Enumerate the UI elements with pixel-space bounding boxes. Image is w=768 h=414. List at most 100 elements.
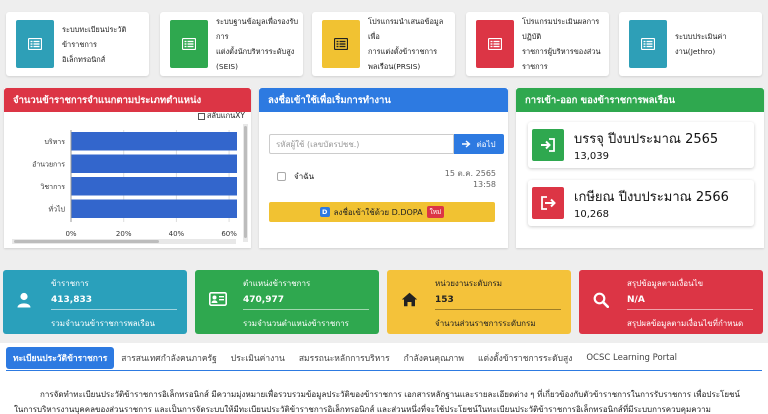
home-icon [401,292,418,307]
shortcut-label-line: โปรแกรมนำเสนอข้อมูลเพื่อ [368,17,444,41]
tab-description: การจัดทำทะเบียนประวัติข้าราชการอิเล็กทรอ… [14,387,764,414]
info-box-divider [243,309,369,310]
list-icon [488,38,502,50]
current-date: 15 ต.ค. 2565 [444,169,496,178]
info-box-label: ข้าราชการ [51,279,89,288]
stat-icon-bg [532,129,564,161]
sign-in-icon [541,138,555,152]
shortcut-label-line: พลเรือน(PRSIS) [368,62,421,71]
info-box-value: 413,833 [51,295,92,305]
tab-bar: ทะเบียนประวัติข้าราชการ สารสนเทศกำลังคนภ… [6,347,684,369]
shortcut-card-evaluation[interactable]: โปรแกรมประเมินผลการปฏิบัติ ราชการผู้บริห… [466,12,609,76]
current-datetime: 15 ต.ค. 2565 13:58 [445,168,496,190]
shortcut-icon-bg [476,20,514,68]
stat-icon-bg [532,187,564,219]
civil-servant-movement-panel: การเข้า-ออก ของข้าราชการพลเรือน บรรจุ ปี… [516,88,764,248]
chart-bar [71,177,237,196]
scrollbar-thumb[interactable] [244,126,247,238]
panel-title: จำนวนข้าราชการจำแนกตามประเภทตำแหน่ง [13,94,202,106]
shortcut-label-line: (SEIS) [216,62,238,71]
scrollbar-thumb[interactable] [14,240,159,243]
shortcut-label: ระบบประเมินค่างาน(Jethro) [675,29,762,59]
shortcut-label-line: โปรแกรมประเมินผลการปฏิบัติ [522,17,600,41]
remember-me-checkbox[interactable] [277,172,286,181]
info-box-divider [627,309,753,310]
shortcut-label: โปรแกรมประเมินผลการปฏิบัติ ราชการผู้บริห… [522,14,609,74]
info-box-label: หน่วยงานระดับกรม [435,279,503,288]
stat-number: 10,268 [574,209,609,220]
shortcut-label-line: แต่งตั้งนักบริหารระดับสูง [216,47,295,56]
civil-servants-by-position-panel: จำนวนข้าราชการจำแนกตามประเภทตำแหน่ง สลับ… [4,88,251,248]
shortcut-label: โปรแกรมนำเสนอข้อมูลเพื่อ การแต่งตั้งข้าร… [368,14,455,74]
chart-bar [71,154,237,173]
login-panel: ลงชื่อเข้าใช้เพื่อเริ่มการทำงาน ต่อไป จำ… [259,88,508,248]
shortcut-row: ระบบทะเบียนประวัติข้าราชการ อิเล็กทรอนิก… [0,12,768,76]
info-box-value: 470,977 [243,295,284,305]
list-icon [28,38,42,50]
tab-ocsc-learning-portal[interactable]: OCSC Learning Portal [579,347,684,369]
description-line: การจัดทำทะเบียนประวัติข้าราชการอิเล็กทรอ… [40,390,740,399]
tab-quality-workforce[interactable]: กำลังคนคุณภาพ [397,347,471,369]
position-bar-chart: 0% 20% 40% 60% บริหารอำนวยการวิชาการทั่วไป [32,130,237,238]
info-box-value: 153 [435,295,454,305]
chart-vertical-scrollbar[interactable] [243,124,248,242]
info-box-divider [435,309,561,310]
info-box-description: จำนวนส่วนราชการระดับกรม [435,319,536,328]
stat-title: เกษียณ ปีงบประมาณ 2566 [574,190,729,205]
tab-management-competency[interactable]: สมรรถนะหลักการบริหาร [292,347,397,369]
search-icon [593,292,609,308]
user-id-input[interactable] [269,134,454,154]
shortcut-icon-bg [170,20,208,68]
chart-category-label: บริหาร [44,138,65,146]
chart-category-label: ทั่วไป [48,204,65,213]
panel-header: การเข้า-ออก ของข้าราชการพลเรือน [516,88,764,112]
list-icon [182,38,196,50]
info-box-label: ตำแหน่งข้าราชการ [243,279,311,288]
info-box-description: รวมจำนวนตำแหน่งข้าราชการ [243,319,349,328]
remember-me[interactable]: จำฉัน [277,170,314,183]
panel-header: จำนวนข้าราชการจำแนกตามประเภทตำแหน่ง [4,88,251,112]
shortcut-label-line: ราชการผู้บริหารของส่วน [522,47,601,56]
shortcut-card-dpis[interactable]: ระบบทะเบียนประวัติข้าราชการ อิเล็กทรอนิก… [6,12,149,76]
info-box-positions[interactable]: ตำแหน่งข้าราชการ 470,977 รวมจำนวนตำแหน่ง… [195,270,379,334]
chart-category-label: อำนวยการ [32,160,65,168]
shortcut-label-line: อิเล็กทรอนิกส์ [62,54,106,64]
info-box-label: สรุปข้อมูลตามเงื่อนไข [627,279,704,288]
swap-axis-label: สลับแกนXY [206,111,245,120]
shortcut-label-line: ระบบประเมินค่างาน(Jethro) [675,32,727,56]
shortcut-label-line: การแต่งตั้งข้าราชการ [368,47,438,56]
description-line: ในการบริหารงานบุคคลของส่วนราชการ และเป็น… [14,405,711,414]
shortcut-card-jethro[interactable]: ระบบประเมินค่างาน(Jethro) [619,12,762,76]
chart-x-tick-label: 0% [65,230,76,238]
tab-senior-appointment[interactable]: แต่งตั้งข้าราชการระดับสูง [471,347,579,369]
info-box-description: รวมจำนวนข้าราชการพลเรือน [51,319,155,328]
dopa-logo-icon: D [319,207,330,217]
panel-title: การเข้า-ออก ของข้าราชการพลเรือน [525,94,676,106]
dopa-login-button[interactable]: D ลงชื่อเข้าใช้ด้วย D.DOPA ใหม่ [269,202,495,222]
user-icon [17,292,31,308]
info-box-departments[interactable]: หน่วยงานระดับกรม 153 จำนวนส่วนราชการระดั… [387,270,571,334]
shortcut-card-seis[interactable]: ระบบฐานข้อมูลเพื่อรองรับการ แต่งตั้งนักบ… [160,12,303,76]
swap-axis-toggle[interactable]: สลับแกนXY [197,110,245,122]
chart-bar [71,132,237,151]
list-icon [334,38,348,50]
tab-job-evaluation[interactable]: ประเมินค่างาน [224,347,292,369]
sign-out-icon [541,196,556,210]
tab-civil-servant-registry[interactable]: ทะเบียนประวัติข้าราชการ [6,347,115,369]
info-box-summary[interactable]: สรุปข้อมูลตามเงื่อนไข N/A สรุปผลข้อมูลตา… [579,270,763,334]
chart-x-tick-label: 60% [221,230,237,238]
current-time: 13:58 [472,180,496,189]
shortcut-icon-bg [629,20,667,68]
tab-divider [6,370,762,371]
chart-horizontal-scrollbar[interactable] [12,239,236,244]
panel-title: ลงชื่อเข้าใช้เพื่อเริ่มการทำงาน [268,94,391,106]
next-button[interactable]: ต่อไป [454,134,504,154]
swap-axis-checkbox[interactable] [197,112,205,120]
next-button-label: ต่อไป [476,139,496,149]
shortcut-card-prsis[interactable]: โปรแกรมนำเสนอข้อมูลเพื่อ การแต่งตั้งข้าร… [312,12,455,76]
tab-public-workforce-info[interactable]: สารสนเทศกำลังคนภาครัฐ [114,347,224,369]
panel-header: ลงชื่อเข้าใช้เพื่อเริ่มการทำงาน [259,88,508,112]
info-box-civil-servants[interactable]: ข้าราชการ 413,833 รวมจำนวนข้าราชการพลเรื… [3,270,187,334]
arrow-right-icon [462,140,472,148]
new-badge: ใหม่ [426,206,445,218]
